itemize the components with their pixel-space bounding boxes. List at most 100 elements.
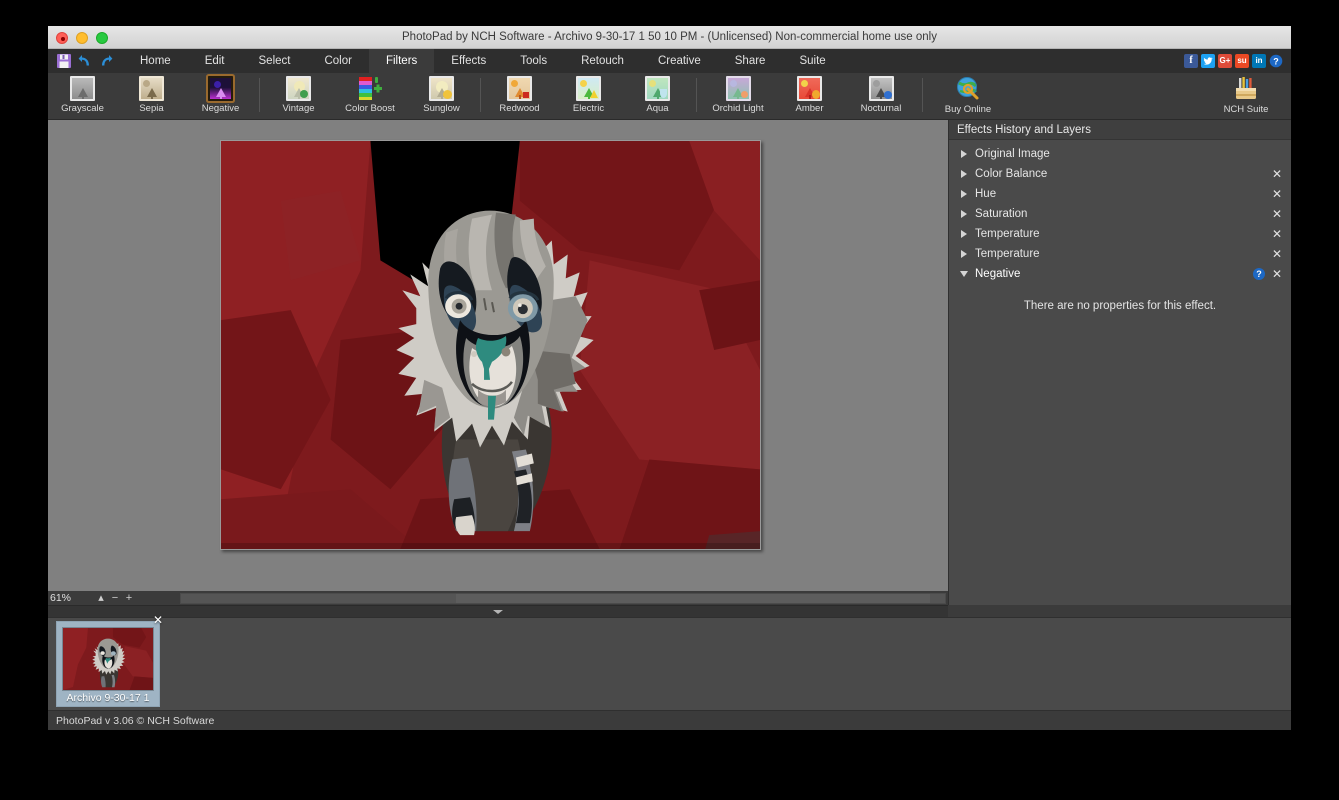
remove-layer-button[interactable]: ✕	[1271, 208, 1283, 220]
thumbnail-label: Archivo 9-30-17 1	[66, 692, 150, 704]
svg-text:?: ?	[1273, 56, 1279, 66]
close-icon[interactable]: ✕	[153, 614, 163, 626]
layer-row-negative[interactable]: Negative ? ✕	[949, 264, 1291, 284]
filters-ribbon: Grayscale Sepia Negative Vintage Color B…	[48, 73, 1291, 120]
zoom-in-button[interactable]: +	[122, 592, 136, 604]
filter-color-boost-label: Color Boost	[345, 103, 395, 114]
filter-negative[interactable]: Negative	[186, 75, 255, 119]
aqua-filter-icon	[645, 76, 670, 101]
layer-row-original-image[interactable]: Original Image	[949, 144, 1291, 164]
redo-icon[interactable]	[99, 54, 113, 68]
chevron-right-icon[interactable]	[959, 230, 969, 238]
remove-layer-button[interactable]: ✕	[1271, 268, 1283, 280]
zoom-level-label: 61%	[50, 592, 72, 604]
zoom-fit-button[interactable]: ▴	[94, 592, 108, 604]
maximize-button[interactable]	[96, 32, 108, 44]
chevron-right-icon[interactable]	[959, 190, 969, 198]
help-icon[interactable]: ?	[1269, 54, 1283, 68]
effects-history-title: Effects History and Layers	[949, 120, 1291, 140]
layer-row-hue[interactable]: Hue ✕	[949, 184, 1291, 204]
filter-negative-label: Negative	[201, 103, 240, 114]
twitter-icon[interactable]	[1201, 54, 1215, 68]
layers-list: Original Image Color Balance ✕ Hue ✕ Sat…	[949, 140, 1291, 284]
tab-color-label: Color	[324, 55, 352, 67]
filter-nocturnal[interactable]: Nocturnal	[844, 75, 918, 119]
remove-layer-button[interactable]: ✕	[1271, 228, 1283, 240]
horizontal-scrollbar-thumb[interactable]	[456, 593, 930, 603]
layer-help-icon[interactable]: ?	[1253, 268, 1265, 280]
filter-aqua[interactable]: Aqua	[623, 75, 692, 119]
panel-collapse-strip[interactable]	[48, 605, 948, 617]
ribbon-divider-3	[696, 78, 697, 112]
chevron-right-icon[interactable]	[959, 250, 969, 258]
tab-select-label: Select	[258, 55, 291, 67]
filter-grayscale[interactable]: Grayscale	[48, 75, 117, 119]
tab-effects[interactable]: Effects	[434, 49, 503, 73]
filter-grayscale-label: Grayscale	[61, 103, 104, 114]
tab-edit[interactable]: Edit	[188, 49, 242, 73]
tab-creative[interactable]: Creative	[641, 49, 718, 73]
nch-suite-icon	[1233, 76, 1259, 102]
negative-filter-icon	[208, 76, 233, 101]
chevron-right-icon[interactable]	[959, 210, 969, 218]
minimize-button[interactable]	[76, 32, 88, 44]
linkedin-icon[interactable]: in	[1252, 54, 1266, 68]
buy-online-icon	[955, 76, 981, 102]
layer-row-temperature-2[interactable]: Temperature ✕	[949, 244, 1291, 264]
filter-vintage[interactable]: Vintage	[264, 75, 333, 119]
googleplus-icon[interactable]: G+	[1218, 54, 1232, 68]
tab-share[interactable]: Share	[718, 49, 783, 73]
facebook-icon[interactable]: f	[1184, 54, 1198, 68]
filter-sepia-label: Sepia	[139, 103, 164, 114]
nch-suite-button[interactable]: NCH Suite	[1209, 75, 1283, 119]
menu-tabs: Home Edit Select Color Filters Effects T…	[123, 49, 843, 73]
tab-home[interactable]: Home	[123, 49, 188, 73]
filter-amber[interactable]: Amber	[775, 75, 844, 119]
layer-row-color-balance[interactable]: Color Balance ✕	[949, 164, 1291, 184]
tab-retouch[interactable]: Retouch	[564, 49, 641, 73]
photo-canvas[interactable]	[220, 140, 761, 550]
editor-column: 61% ▴ − +	[48, 120, 948, 617]
layer-row-temperature-1[interactable]: Temperature ✕	[949, 224, 1291, 244]
filter-orchid-light[interactable]: Orchid Light	[701, 75, 775, 119]
zoom-out-button[interactable]: −	[108, 592, 122, 604]
chevron-right-icon[interactable]	[959, 150, 969, 158]
undo-icon[interactable]	[78, 54, 92, 68]
chevron-right-icon[interactable]	[959, 170, 969, 178]
tab-tools[interactable]: Tools	[503, 49, 564, 73]
canvas-workspace[interactable]	[48, 120, 948, 591]
layer-row-saturation[interactable]: Saturation ✕	[949, 204, 1291, 224]
buy-online-button[interactable]: Buy Online	[931, 75, 1005, 119]
remove-layer-button[interactable]: ✕	[1271, 188, 1283, 200]
layer-label: Hue	[975, 188, 997, 200]
filter-electric[interactable]: Electric	[554, 75, 623, 119]
filter-sunglow[interactable]: Sunglow	[407, 75, 476, 119]
tab-select[interactable]: Select	[242, 49, 308, 73]
window-controls	[56, 32, 108, 44]
stumbleupon-icon[interactable]: su	[1235, 54, 1249, 68]
thumbnail-item[interactable]: ✕ Archivo 9-30-17 1	[56, 614, 163, 707]
tab-filters[interactable]: Filters	[368, 49, 435, 73]
ribbon-divider	[259, 78, 260, 112]
filter-sepia[interactable]: Sepia	[117, 75, 186, 119]
thumbnail-image	[63, 628, 153, 690]
horizontal-scrollbar[interactable]	[180, 592, 946, 604]
filter-color-boost[interactable]: Color Boost	[333, 75, 407, 119]
chevron-down-icon[interactable]	[493, 609, 503, 614]
close-button[interactable]	[56, 32, 68, 44]
layer-label: Negative	[975, 268, 1021, 280]
chevron-down-icon[interactable]	[959, 271, 969, 277]
remove-layer-button[interactable]: ✕	[1271, 248, 1283, 260]
tab-suite[interactable]: Suite	[782, 49, 842, 73]
window-title: PhotoPad by NCH Software - Archivo 9-30-…	[402, 31, 937, 43]
layer-label: Temperature	[975, 228, 1040, 240]
filter-redwood[interactable]: Redwood	[485, 75, 554, 119]
filter-sunglow-label: Sunglow	[423, 103, 460, 114]
filter-aqua-label: Aqua	[646, 103, 669, 114]
quick-actions	[48, 49, 123, 73]
tab-color[interactable]: Color	[307, 49, 368, 73]
remove-layer-button[interactable]: ✕	[1271, 168, 1283, 180]
save-icon[interactable]	[57, 54, 71, 68]
main-area: 61% ▴ − + Effects History and Layers Ori…	[48, 120, 1291, 617]
filter-nocturnal-label: Nocturnal	[860, 103, 902, 114]
